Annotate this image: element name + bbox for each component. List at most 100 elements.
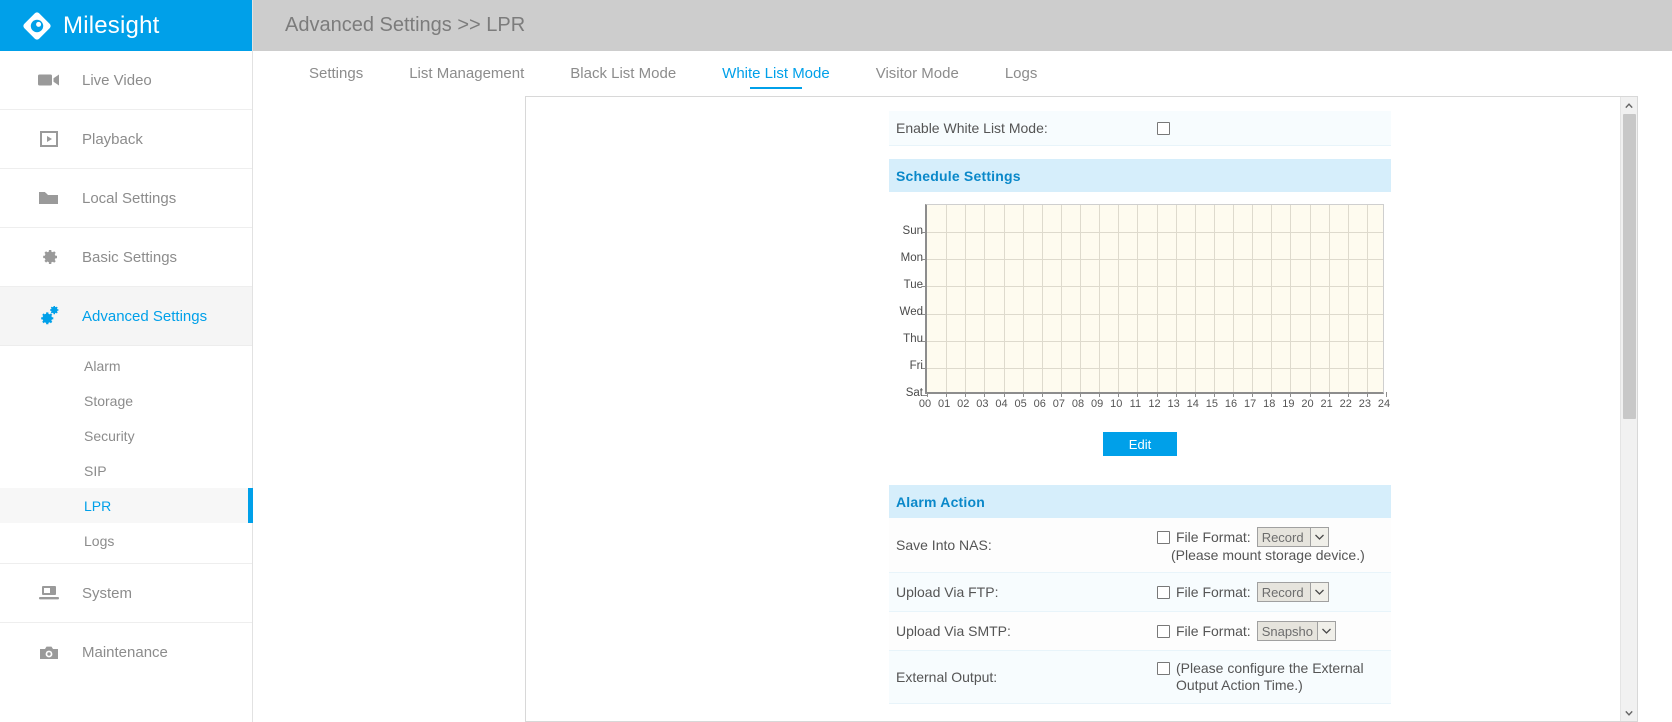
sidebar-nav: Live Video Playback Local Settings Basic…	[0, 51, 253, 682]
upload-via-ftp-checkbox[interactable]	[1157, 585, 1170, 599]
file-format-label: File Format:	[1176, 623, 1251, 639]
axis-tick-x	[1060, 392, 1062, 397]
chevron-down-icon	[1625, 710, 1633, 716]
enable-white-list-mode-checkbox[interactable]	[1157, 121, 1170, 135]
save-into-nas-format-select[interactable]: Record	[1256, 527, 1329, 547]
schedule-grid[interactable]	[922, 204, 1387, 397]
gridline-horizontal	[927, 259, 1383, 261]
axis-tick-x	[1252, 392, 1254, 397]
edit-button[interactable]: Edit	[1103, 432, 1177, 456]
scrollbar-thumb[interactable]	[1623, 114, 1636, 419]
axis-tick-y	[922, 367, 927, 369]
axis-tick-x	[1080, 392, 1081, 397]
axis-label-x: 21	[1320, 398, 1333, 410]
app-window: Milesight Live Video Playback Local Sett	[0, 0, 1672, 722]
breadcrumb: Advanced Settings >> LPR	[285, 14, 526, 36]
axis-tick-x	[1233, 392, 1234, 397]
tab-visitor-mode[interactable]: Visitor Mode	[853, 51, 982, 96]
double-gear-icon	[38, 305, 60, 327]
axis-tick-y	[922, 286, 927, 288]
enable-white-list-mode-label: Enable White List Mode:	[896, 120, 1048, 136]
row-external-output: External Output: (Please configure the E…	[889, 651, 1391, 704]
schedule-chart[interactable]: Sun Mon Tue Wed Thu Fri Sat 00 01 02 03 …	[889, 192, 1391, 424]
sidebar-item-maintenance[interactable]: Maintenance	[0, 623, 252, 682]
axis-label-x: 13	[1167, 398, 1180, 410]
save-into-nas-hint: (Please mount storage device.)	[1171, 547, 1365, 563]
y-label: Wed	[899, 306, 923, 318]
sidebar-subnav-advanced: Alarm Storage Security SIP LPR Logs	[0, 346, 253, 564]
axis-label-x: 04	[995, 398, 1008, 410]
external-output-checkbox[interactable]	[1157, 662, 1170, 675]
row-upload-via-ftp: Upload Via FTP: File Format: Record	[889, 573, 1391, 612]
main-area: Advanced Settings >> LPR Settings List M…	[253, 0, 1672, 722]
save-into-nas-checkbox[interactable]	[1157, 530, 1170, 544]
scrollbar-track[interactable]	[1621, 114, 1637, 704]
axis-label-x: 03	[976, 398, 989, 410]
scroll-down-button[interactable]	[1621, 704, 1637, 721]
tab-white-list-mode[interactable]: White List Mode	[699, 51, 853, 96]
tab-logs[interactable]: Logs	[982, 51, 1061, 96]
axis-label-x: 12	[1148, 398, 1161, 410]
axis-label-x: 02	[957, 398, 970, 410]
sidebar-subitem-label: LPR	[84, 497, 112, 514]
row-upload-via-smtp: Upload Via SMTP: File Format: Snapsho	[889, 612, 1391, 651]
sidebar-item-label: Local Settings	[82, 189, 177, 207]
axis-label-x: 18	[1263, 398, 1276, 410]
upload-via-smtp-format-select[interactable]: Snapsho	[1256, 621, 1337, 641]
sidebar-item-playback[interactable]: Playback	[0, 110, 252, 169]
sidebar-item-advanced-settings[interactable]: Advanced Settings	[0, 287, 252, 346]
file-format-line: File Format: Snapsho	[1157, 621, 1337, 641]
sidebar-item-local-settings[interactable]: Local Settings	[0, 169, 252, 228]
sidebar-subitem-lpr[interactable]: LPR	[0, 488, 253, 523]
brand-header: Milesight	[0, 0, 252, 51]
sidebar-subitem-sip[interactable]: SIP	[0, 453, 252, 488]
vertical-scrollbar[interactable]	[1620, 97, 1637, 721]
axis-label-x: 10	[1110, 398, 1123, 410]
white-list-form: Enable White List Mode: Schedule Setting…	[889, 111, 1391, 704]
save-into-nas-value: File Format: Record (Please mount storag…	[1149, 518, 1391, 572]
upload-via-ftp-format-select[interactable]: Record	[1256, 582, 1329, 602]
y-label: Sun	[902, 225, 923, 237]
sidebar-subitem-label: SIP	[84, 462, 107, 479]
save-into-nas-label: Save Into NAS:	[896, 537, 992, 553]
axis-tick-x	[1213, 392, 1215, 397]
y-label: Mon	[900, 252, 923, 264]
alarm-action-header: Alarm Action	[889, 485, 1391, 518]
sidebar-subitem-alarm[interactable]: Alarm	[0, 348, 252, 383]
external-output-label: External Output:	[896, 669, 998, 685]
tab-list-management[interactable]: List Management	[386, 51, 547, 96]
row-save-into-nas: Save Into NAS: File Format: Record (Plea…	[889, 518, 1391, 573]
y-label: Fri	[909, 360, 923, 372]
tab-label: Black List Mode	[570, 65, 677, 82]
file-format-line: File Format: Record	[1157, 582, 1329, 602]
scroll-up-button[interactable]	[1621, 97, 1637, 114]
axis-label-x: 20	[1301, 398, 1314, 410]
sidebar-subitem-label: Logs	[84, 532, 115, 549]
sidebar-item-label: Live Video	[82, 71, 152, 89]
sidebar-subitem-storage[interactable]: Storage	[0, 383, 252, 418]
gridline-horizontal	[927, 367, 1383, 369]
upload-via-smtp-checkbox[interactable]	[1157, 624, 1170, 638]
tab-label: Logs	[1004, 65, 1038, 82]
upload-via-smtp-label: Upload Via SMTP:	[896, 623, 1011, 639]
external-output-hint: (Please configure the External Output Ac…	[1176, 660, 1364, 693]
row-enable-white-list-mode: Enable White List Mode:	[889, 111, 1391, 146]
sidebar-item-system[interactable]: System	[0, 564, 252, 623]
gridline-horizontal	[927, 313, 1383, 315]
schedule-y-axis-labels: Sun Mon Tue Wed Thu Fri Sat	[893, 204, 923, 399]
tab-settings[interactable]: Settings	[286, 51, 386, 96]
tabbar: Settings List Management Black List Mode…	[253, 51, 1672, 96]
axis-tick-x	[1022, 392, 1024, 397]
sidebar-subitem-label: Alarm	[84, 357, 121, 374]
axis-tick-x	[1099, 392, 1101, 397]
sidebar-item-basic-settings[interactable]: Basic Settings	[0, 228, 252, 287]
selected-option: Snapsho	[1261, 624, 1314, 639]
sidebar-subitem-security[interactable]: Security	[0, 418, 252, 453]
schedule-edit-row: Edit	[889, 424, 1391, 456]
axis-tick-x	[927, 392, 928, 397]
axis-tick-x	[965, 392, 967, 397]
tab-black-list-mode[interactable]: Black List Mode	[547, 51, 699, 96]
sidebar-item-live-video[interactable]: Live Video	[0, 51, 252, 110]
sidebar-subitem-logs[interactable]: Logs	[0, 523, 252, 558]
